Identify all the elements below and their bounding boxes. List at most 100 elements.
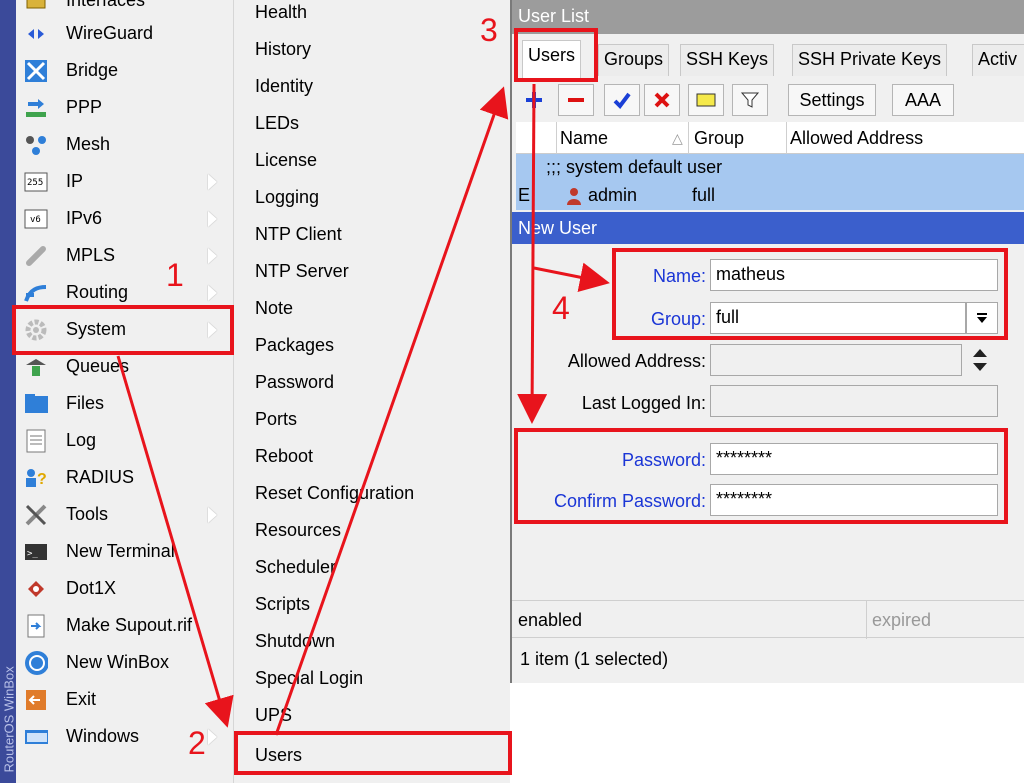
terminal-icon: >_ — [24, 540, 48, 564]
filter-button[interactable] — [732, 84, 768, 116]
menu-item-queues[interactable]: Queues — [16, 348, 234, 385]
submenu-item-history[interactable]: History — [234, 31, 510, 68]
queues-icon — [24, 355, 48, 379]
list-status-bar: 1 item (1 selected) — [512, 640, 1024, 680]
submenu-item-ntp-client[interactable]: NTP Client — [234, 216, 510, 253]
row-name: admin — [588, 185, 638, 205]
submenu-item-health[interactable]: Health — [234, 0, 510, 31]
menu-item-tools[interactable]: Tools — [16, 496, 234, 533]
menu-item-wireguard[interactable]: WireGuard — [16, 15, 234, 52]
user-list-title[interactable]: User List — [512, 0, 1024, 34]
folder-icon — [24, 392, 48, 416]
menu-item-routing[interactable]: Routing — [16, 274, 234, 311]
menu-item-ipv6[interactable]: v6 IPv6 — [16, 200, 234, 237]
row-flag: E — [518, 185, 531, 205]
menu-item-new-winbox[interactable]: New WinBox — [16, 644, 234, 681]
disable-button[interactable] — [644, 84, 680, 116]
submenu-item-leds[interactable]: LEDs — [234, 105, 510, 142]
submenu-item-packages[interactable]: Packages — [234, 327, 510, 364]
submenu-item-ups[interactable]: UPS — [234, 697, 510, 734]
tab-active[interactable]: Activ — [972, 44, 1024, 76]
menu-item-exit[interactable]: Exit — [16, 681, 234, 718]
new-user-dialog: New User Name: matheus Group: full Allow… — [512, 212, 1024, 598]
menu-item-dot1x[interactable]: Dot1X — [16, 570, 234, 607]
svg-text:?: ? — [37, 471, 47, 488]
item-count: 1 item (1 selected) — [520, 649, 669, 669]
submenu-item-resources[interactable]: Resources — [234, 512, 510, 549]
tab-ssh-private-keys[interactable]: SSH Private Keys — [792, 44, 948, 76]
allowed-address-input[interactable] — [710, 344, 962, 376]
radius-icon: ? — [24, 466, 48, 490]
column-group[interactable]: Group — [694, 128, 744, 149]
step-3: 3 — [480, 12, 498, 48]
menu-item-new-terminal[interactable]: >_ New Terminal — [16, 533, 234, 570]
dialog-status-bar: enabled expired — [512, 600, 1024, 639]
remove-button[interactable] — [558, 84, 594, 116]
menu-item-radius[interactable]: ? RADIUS — [16, 459, 234, 496]
group-select[interactable]: full — [710, 302, 966, 334]
submenu-item-scheduler[interactable]: Scheduler — [234, 549, 510, 586]
enable-button[interactable] — [604, 84, 640, 116]
submenu-item-users[interactable]: Users — [234, 737, 510, 774]
bridge-icon — [24, 59, 48, 83]
dot1x-icon — [24, 577, 48, 601]
submenu-arrow-icon — [208, 728, 217, 745]
table-row-comment[interactable]: ;;; system default user — [516, 154, 1024, 182]
menu-item-system[interactable]: System — [16, 311, 234, 348]
submenu-item-license[interactable]: License — [234, 142, 510, 179]
submenu-arrow-icon — [208, 173, 217, 190]
tab-ssh-keys[interactable]: SSH Keys — [680, 44, 775, 76]
submenu-item-identity[interactable]: Identity — [234, 68, 510, 105]
comment-icon — [696, 93, 716, 107]
new-user-title[interactable]: New User — [512, 212, 1024, 244]
tab-users[interactable]: Users — [522, 40, 582, 78]
menu-item-ip[interactable]: 255 IP — [16, 163, 234, 200]
submenu-item-ntp-server[interactable]: NTP Server — [234, 253, 510, 290]
column-allowed-address[interactable]: Allowed Address — [790, 128, 923, 149]
menu-item-bridge[interactable]: Bridge — [16, 52, 234, 89]
gear-icon — [24, 318, 48, 342]
submenu-arrow-icon — [208, 506, 217, 523]
step-1: 1 — [166, 257, 184, 293]
submenu-item-ports[interactable]: Ports — [234, 401, 510, 438]
submenu-arrow-icon — [208, 210, 217, 227]
status-enabled: enabled — [518, 610, 583, 630]
menu-item-make-supout[interactable]: Make Supout.rif — [16, 607, 234, 644]
submenu-item-logging[interactable]: Logging — [234, 179, 510, 216]
menu-item-log[interactable]: Log — [16, 422, 234, 459]
desktop-area — [512, 683, 1024, 783]
password-label: Password: — [621, 450, 706, 470]
add-button[interactable] — [518, 84, 550, 116]
table-row[interactable]: E admin full — [516, 182, 1024, 210]
user-icon — [566, 187, 582, 210]
submenu-item-reboot[interactable]: Reboot — [234, 438, 510, 475]
tab-groups[interactable]: Groups — [598, 44, 670, 76]
comment-button[interactable] — [688, 84, 724, 116]
submenu-item-password[interactable]: Password — [234, 364, 510, 401]
submenu-item-special-login[interactable]: Special Login — [234, 660, 510, 697]
log-icon — [24, 429, 48, 453]
column-name[interactable]: Name — [560, 128, 608, 149]
group-dropdown-button[interactable] — [966, 302, 998, 334]
supout-icon — [24, 614, 48, 638]
settings-button[interactable]: Settings — [788, 84, 876, 116]
confirm-password-input[interactable]: ******** — [710, 484, 998, 516]
allowed-address-label: Allowed Address: — [567, 351, 706, 371]
submenu-item-reset-configuration[interactable]: Reset Configuration — [234, 475, 510, 512]
ip-icon: 255 — [24, 170, 48, 194]
exit-icon — [24, 688, 48, 712]
brand-text: RouterOS WinBox — [1, 666, 17, 773]
minus-icon — [568, 98, 584, 102]
menu-item-mpls[interactable]: MPLS — [16, 237, 234, 274]
aaa-button[interactable]: AAA — [892, 84, 954, 116]
menu-item-ppp[interactable]: PPP — [16, 89, 234, 126]
submenu-item-scripts[interactable]: Scripts — [234, 586, 510, 623]
submenu-item-shutdown[interactable]: Shutdown — [234, 623, 510, 660]
menu-item-mesh[interactable]: Mesh — [16, 126, 234, 163]
menu-item-files[interactable]: Files — [16, 385, 234, 422]
password-input[interactable]: ******** — [710, 443, 998, 475]
submenu-item-note[interactable]: Note — [234, 290, 510, 327]
updown-icon[interactable] — [970, 346, 990, 379]
name-input[interactable]: matheus — [710, 259, 998, 291]
name-label: Name: — [652, 266, 706, 286]
